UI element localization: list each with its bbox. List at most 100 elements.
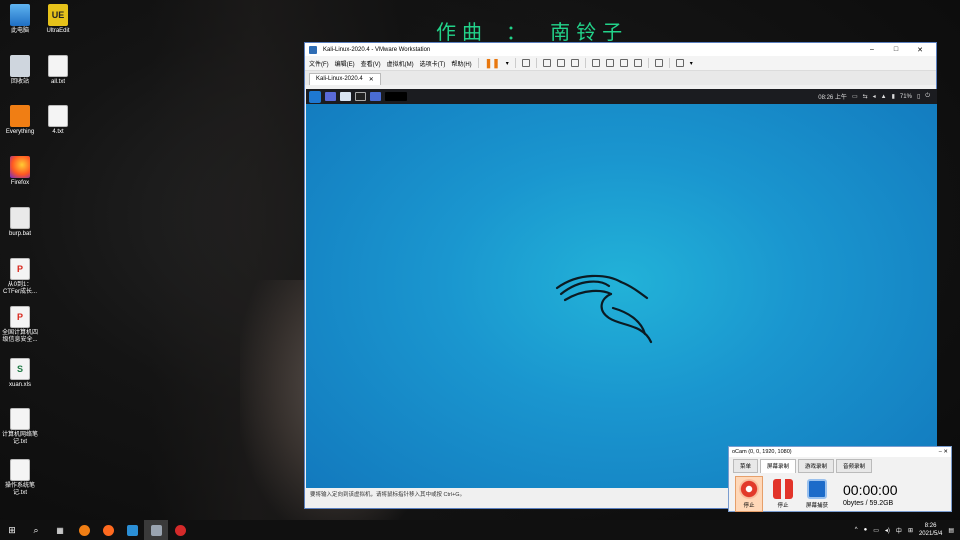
full-screen-icon[interactable] (619, 59, 628, 67)
library-icon[interactable] (591, 59, 600, 67)
desktop-icon-xuan-xls[interactable]: S xuan.xls (0, 358, 40, 389)
kali-menu-icon[interactable] (309, 90, 321, 103)
tab-audio-recording[interactable]: 音频录制 (836, 459, 873, 473)
tab-screen-recording[interactable]: 屏幕录制 (760, 459, 797, 473)
revert-snapshot-icon[interactable] (556, 59, 565, 67)
tab-game-recording[interactable]: 游戏录制 (798, 459, 835, 473)
menu-view[interactable]: 查看(V) (361, 59, 381, 68)
ime-mode-icon[interactable]: ⊞ (908, 527, 913, 534)
desktop-icon-recycle-bin[interactable]: 回收站 (0, 55, 40, 86)
pause-recording-button[interactable]: 停止 (769, 479, 797, 509)
file-explorer-icon[interactable] (120, 520, 144, 540)
console-view-icon[interactable] (654, 59, 663, 67)
tab-close-icon[interactable]: ✕ (369, 76, 374, 83)
close-icon[interactable]: ✕ (908, 46, 932, 54)
desktop-icon-network-notes[interactable]: 计算机网络笔记.txt (0, 408, 40, 446)
close-icon[interactable]: ✕ (943, 449, 948, 455)
volume-icon[interactable]: ◂) (885, 527, 890, 534)
toolbar-separator (535, 58, 537, 68)
ocam-window[interactable]: oCam (0, 0, 1920, 1080) – ✕ 菜单 屏幕录制 游戏录制… (728, 446, 952, 512)
maximize-icon[interactable]: □ (884, 46, 908, 53)
send-ctrl-alt-del-icon[interactable] (521, 59, 530, 67)
toolbar-separator (514, 58, 516, 68)
minimize-icon[interactable]: – (860, 46, 884, 53)
vmware-menubar: 文件(F) 编辑(E) 查看(V) 虚拟机(M) 选项卡(T) 帮助(H) ❚❚… (305, 56, 936, 71)
notification-icon[interactable]: ▲ (881, 94, 887, 100)
dropdown-arrow-icon[interactable]: ▾ (506, 60, 509, 67)
dropdown-arrow-icon[interactable]: ▾ (690, 60, 693, 67)
snapshot-icon[interactable] (542, 59, 551, 67)
desktop-icon-burp-bat[interactable]: burp.bat (0, 207, 40, 238)
menu-file[interactable]: 文件(F) (309, 59, 329, 68)
search-icon[interactable]: ⌕ (24, 520, 48, 540)
desktop-icon-everything[interactable]: Everything (0, 105, 40, 136)
kali-desktop[interactable] (306, 104, 937, 499)
taskbar-clock[interactable]: 8:26 2021/5/4 (919, 522, 942, 538)
file-manager-icon[interactable] (340, 92, 351, 101)
stretch-icon[interactable] (675, 59, 684, 67)
menu-vm[interactable]: 虚拟机(M) (387, 59, 414, 68)
text-file-icon (10, 459, 30, 481)
network-icon[interactable]: ⇆ (863, 93, 868, 100)
record-icon (739, 479, 759, 499)
task-view-icon[interactable]: ▦ (48, 520, 72, 540)
vmware-logo-icon (309, 45, 317, 54)
lyrics-banner: 作曲 ： 南铃子 (436, 20, 629, 44)
battery-icon[interactable]: ▮ (892, 93, 895, 100)
ocam-titlebar[interactable]: oCam (0, 0, 1920, 1080) – ✕ (729, 447, 951, 457)
show-hidden-icons-icon[interactable]: ^ (855, 527, 858, 533)
volume-icon[interactable]: ◂ (873, 93, 876, 100)
ocam-controls: 停止 停止 屏幕捕获 00:00:00 0bytes / 59.2GB (729, 473, 951, 515)
snapshot-manager-icon[interactable] (570, 59, 579, 67)
tab-menu[interactable]: 菜单 (733, 459, 759, 473)
text-file-icon (48, 55, 68, 77)
ocam-tray-icon[interactable]: ● (864, 527, 868, 533)
vmware-window[interactable]: Kali-Linux-2020.4 - VMware Workstation –… (304, 42, 937, 509)
start-button[interactable]: ⊞ (0, 520, 24, 540)
network-icon[interactable]: ▭ (873, 527, 879, 534)
netease-music-icon[interactable] (168, 520, 192, 540)
toolbar-separator (584, 58, 586, 68)
kali-clock[interactable]: 08:26 上午 (818, 92, 847, 101)
desktop-icon-ultraedit[interactable]: UE UltraEdit (38, 4, 78, 35)
thumbnail-icon[interactable] (605, 59, 614, 67)
window-button[interactable] (385, 92, 407, 101)
minimize-icon[interactable]: – (939, 449, 942, 455)
display-icon[interactable]: ▭ (852, 93, 858, 100)
menu-edit[interactable]: 编辑(E) (335, 59, 355, 68)
recycle-bin-icon (10, 55, 30, 77)
menu-tabs[interactable]: 选项卡(T) (420, 59, 446, 68)
desktop-icon-os-notes[interactable]: 操作系统笔记.txt (0, 459, 40, 497)
desktop-icon-4-txt[interactable]: 4.txt (38, 105, 78, 136)
vm-display[interactable]: 08:26 上午 ▭ ⇆ ◂ ▲ ▮ 71% ▯ ⏻ 要将输入定向到该虚拟机，请… (306, 89, 937, 499)
everything-taskbar-icon[interactable] (72, 520, 96, 540)
desktop-icon-firefox[interactable]: Firefox (0, 156, 40, 187)
lock-icon[interactable]: ▯ (917, 93, 920, 100)
input-method-indicator[interactable]: 中 (896, 526, 902, 535)
taskbar: ⊞ ⌕ ▦ ^ ● ▭ ◂) 中 ⊞ 8:26 2021/5/4 ▤ (0, 520, 960, 540)
terminal-icon[interactable] (355, 92, 366, 101)
firefox-taskbar-icon[interactable] (96, 520, 120, 540)
ocam-title: oCam (0, 0, 1920, 1080) (732, 449, 792, 455)
unity-icon[interactable] (633, 59, 642, 67)
desktop-icon-this-pc[interactable]: 此电脑 (0, 4, 40, 35)
pause-icon[interactable]: ❚❚ (485, 58, 500, 69)
vmware-titlebar[interactable]: Kali-Linux-2020.4 - VMware Workstation –… (305, 43, 936, 56)
power-icon[interactable]: ⏻ (925, 93, 930, 100)
stop-recording-button[interactable]: 停止 (735, 476, 763, 512)
menu-help[interactable]: 帮助(H) (451, 59, 471, 68)
system-tray: ^ ● ▭ ◂) 中 ⊞ 8:26 2021/5/4 ▤ (855, 522, 960, 538)
vmware-taskbar-icon[interactable] (144, 520, 168, 540)
tab-kali-linux[interactable]: Kali-Linux-2020.4 ✕ (309, 73, 381, 85)
notification-center-icon[interactable]: ▤ (948, 527, 954, 534)
desktop-icon-infosec-pdf[interactable]: P 全国计算机四级信息安全... (0, 306, 40, 344)
desktop-icon-all-txt[interactable]: all.txt (38, 55, 78, 86)
spreadsheet-icon: S (10, 358, 30, 380)
workspace-icon[interactable] (325, 92, 336, 101)
pdf-icon: P (10, 258, 30, 280)
screen-capture-button[interactable]: 屏幕捕获 (803, 479, 831, 509)
browser-icon[interactable] (370, 92, 381, 101)
desktop-icon-ctfer-pdf[interactable]: P 从0到1：CTFer成长... (0, 258, 40, 296)
text-file-icon (48, 105, 68, 127)
toolbar-separator (668, 58, 670, 68)
